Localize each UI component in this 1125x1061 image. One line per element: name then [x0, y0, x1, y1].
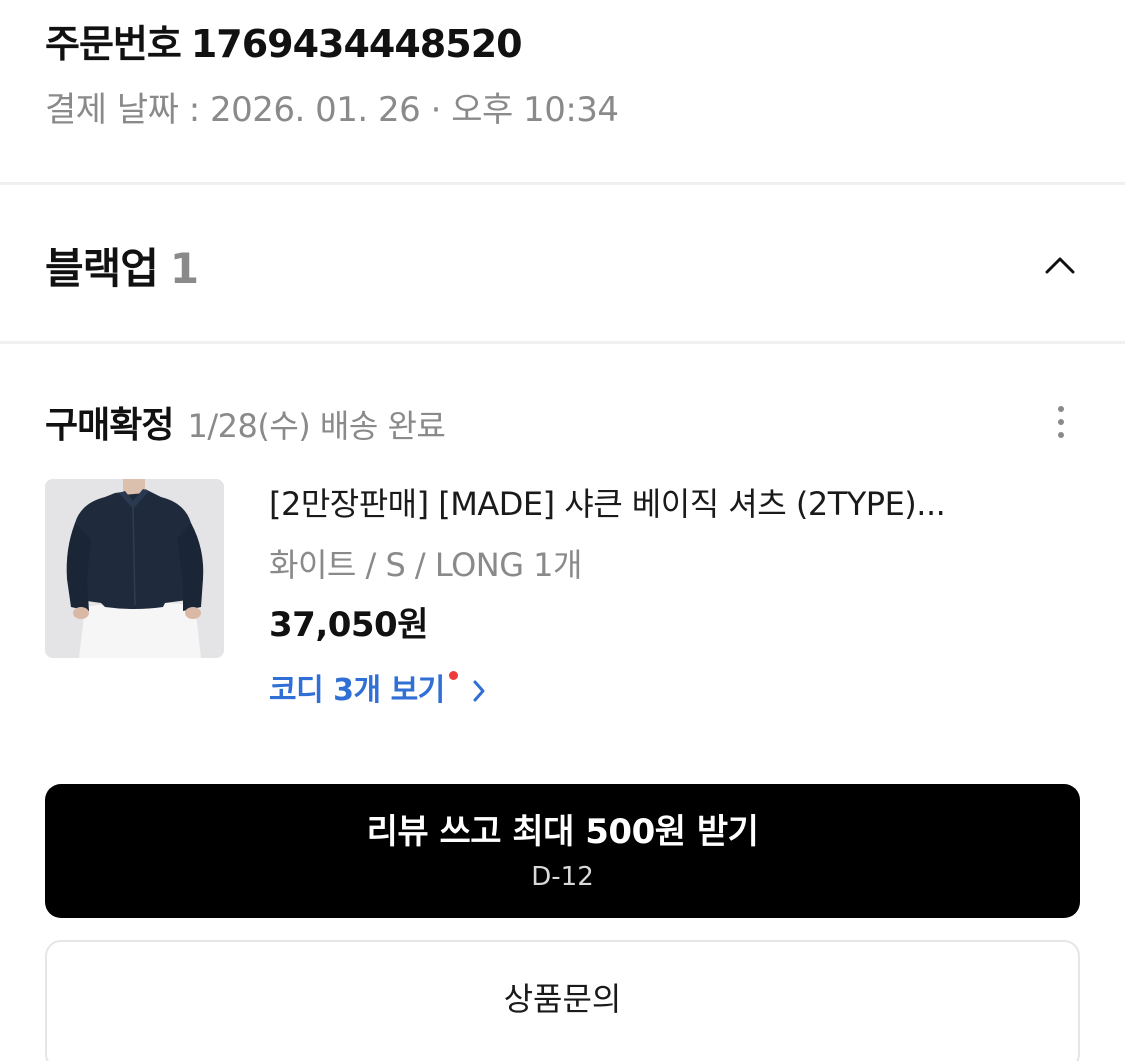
product-option: 화이트 / S / LONG 1개: [269, 546, 582, 584]
coordi-view-link[interactable]: 코디 3개 보기: [269, 669, 486, 713]
write-review-button[interactable]: 리뷰 쓰고 최대 500원 받기 D-12: [45, 784, 1080, 918]
product-item: [2만장판매] [MADE] 샤큰 베이직 셔츠 (2TYPE)... 화이트 …: [45, 479, 1080, 739]
review-button-label: 리뷰 쓰고 최대 500원 받기: [366, 812, 759, 852]
order-detail-page: 주문번호 1769434448520 결제 날짜 : 2026. 01. 26 ·…: [0, 0, 1125, 1061]
new-badge-dot: [448, 670, 458, 680]
delivery-status-row: 구매확정 1/28(수) 배송 완료: [45, 392, 1080, 452]
chevron-up-icon[interactable]: [1040, 245, 1080, 285]
order-header: 주문번호 1769434448520 결제 날짜 : 2026. 01. 26 ·…: [45, 18, 1080, 132]
product-thumbnail[interactable]: [45, 479, 224, 658]
shop-name[interactable]: 블랙업: [45, 244, 159, 293]
payment-date: 결제 날짜 : 2026. 01. 26 · 오후 10:34: [45, 90, 619, 130]
product-inquiry-button[interactable]: 상품문의: [45, 940, 1080, 1061]
order-number: 1769434448520: [190, 22, 523, 66]
divider: [0, 341, 1125, 344]
more-vertical-icon[interactable]: [1046, 400, 1076, 444]
product-price: 37,050원: [269, 605, 428, 645]
shop-item-count: 1: [169, 243, 200, 293]
product-name[interactable]: [2만장판매] [MADE] 샤큰 베이직 셔츠 (2TYPE)...: [269, 479, 1029, 529]
chevron-right-icon: [472, 679, 486, 703]
shop-header[interactable]: 블랙업 1: [45, 230, 1080, 300]
coordi-link-label: 코디 3개 보기: [269, 673, 445, 708]
delivery-status: 1/28(수) 배송 완료: [187, 407, 446, 445]
purchase-status: 구매확정: [45, 405, 174, 446]
product-info: [2만장판매] [MADE] 샤큰 베이직 셔츠 (2TYPE)... 화이트 …: [269, 479, 1080, 713]
divider: [0, 182, 1125, 185]
order-number-label: 주문번호: [45, 22, 182, 66]
order-title: 주문번호 1769434448520: [45, 18, 1080, 70]
review-deadline: D-12: [531, 862, 594, 892]
